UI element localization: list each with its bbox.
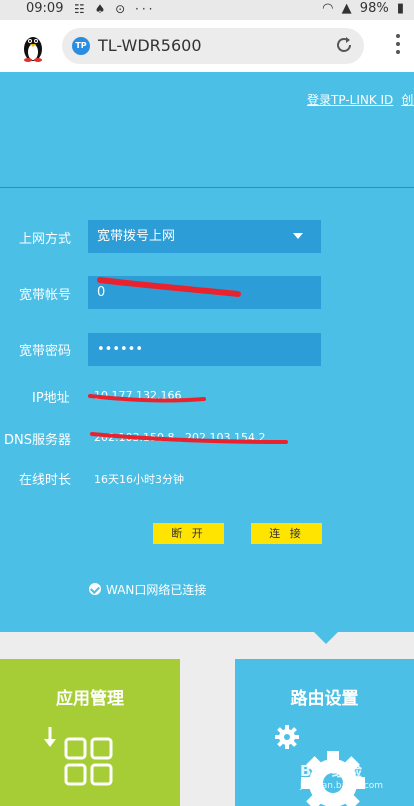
address-bar[interactable]: TP TL-WDR5600 <box>62 28 364 64</box>
connect-button[interactable]: 连 接 <box>251 523 322 544</box>
router-settings-title: 路由设置 <box>290 689 359 709</box>
wifi-icon: ◠ <box>322 1 334 16</box>
login-link[interactable]: 登录TP-LINK ID <box>307 93 393 107</box>
app-management-title: 应用管理 <box>56 689 124 709</box>
ip-label: IP地址 <box>32 391 70 406</box>
battery-icon: ▮ <box>396 1 404 16</box>
tux-icon[interactable] <box>18 32 48 62</box>
status-bar: 09:09 ☷ ♠ ⊙ ··· ◠ ▲ 98% ▮ <box>0 0 414 20</box>
conn-type-select[interactable]: 宽带拨号上网 <box>88 220 321 253</box>
wan-status-text: WAN口网络已连接 <box>106 583 207 597</box>
uptime-label: 在线时长 <box>19 473 72 488</box>
check-circle-icon <box>89 583 101 595</box>
panel-pointer <box>314 632 338 644</box>
watermark-main: Bai 经验 <box>300 762 362 780</box>
password-value: •••••• <box>97 342 144 357</box>
app-management-tile[interactable]: 应用管理 <box>0 659 180 806</box>
account-label: 宽带帐号 <box>19 288 72 303</box>
browser-toolbar: TP TL-WDR5600 <box>0 20 414 73</box>
conn-type-label: 上网方式 <box>19 232 72 247</box>
redaction-scribble-ip <box>88 394 206 403</box>
uptime-value: 16天16小时3分钟 <box>94 473 184 486</box>
battery-level: 98% <box>359 1 389 16</box>
reload-icon[interactable] <box>334 35 354 55</box>
url-text[interactable]: TL-WDR5600 <box>98 36 202 55</box>
site-badge-icon: TP <box>72 37 90 55</box>
wan-status: WAN口网络已连接 <box>89 581 206 598</box>
signal-icon: ▲ <box>341 1 352 16</box>
header-divider <box>0 187 414 188</box>
dns-label: DNS服务器 <box>4 433 71 448</box>
disconnect-button[interactable]: 断 开 <box>153 523 224 544</box>
create-link[interactable]: 创建 <box>401 93 414 107</box>
status-time: 09:09 <box>26 1 64 16</box>
watermark-sub: jingyan.baidu.com <box>300 781 384 791</box>
kebab-menu-icon[interactable] <box>396 34 402 58</box>
password-input[interactable]: •••••• <box>88 333 321 366</box>
conn-type-value: 宽带拨号上网 <box>97 229 176 244</box>
watermark: Bai 经验 jingyan.baidu.com <box>300 760 383 791</box>
password-label: 宽带密码 <box>19 344 72 359</box>
redaction-scribble-account <box>97 277 241 297</box>
redaction-scribble-dns <box>90 432 288 444</box>
header-links: 登录TP-LINK ID 创建 <box>307 91 414 108</box>
wan-status-panel: 登录TP-LINK ID创建 上网方式 宽带拨号上网 宽带帐号 0 宽带密码 •… <box>0 72 414 632</box>
apps-grid-icon <box>44 727 113 786</box>
status-right: ◠ ▲ 98% ▮ <box>318 1 404 16</box>
notification-icons: ☷ ♠ ⊙ ··· <box>74 2 156 16</box>
dropdown-caret-icon <box>293 233 303 239</box>
